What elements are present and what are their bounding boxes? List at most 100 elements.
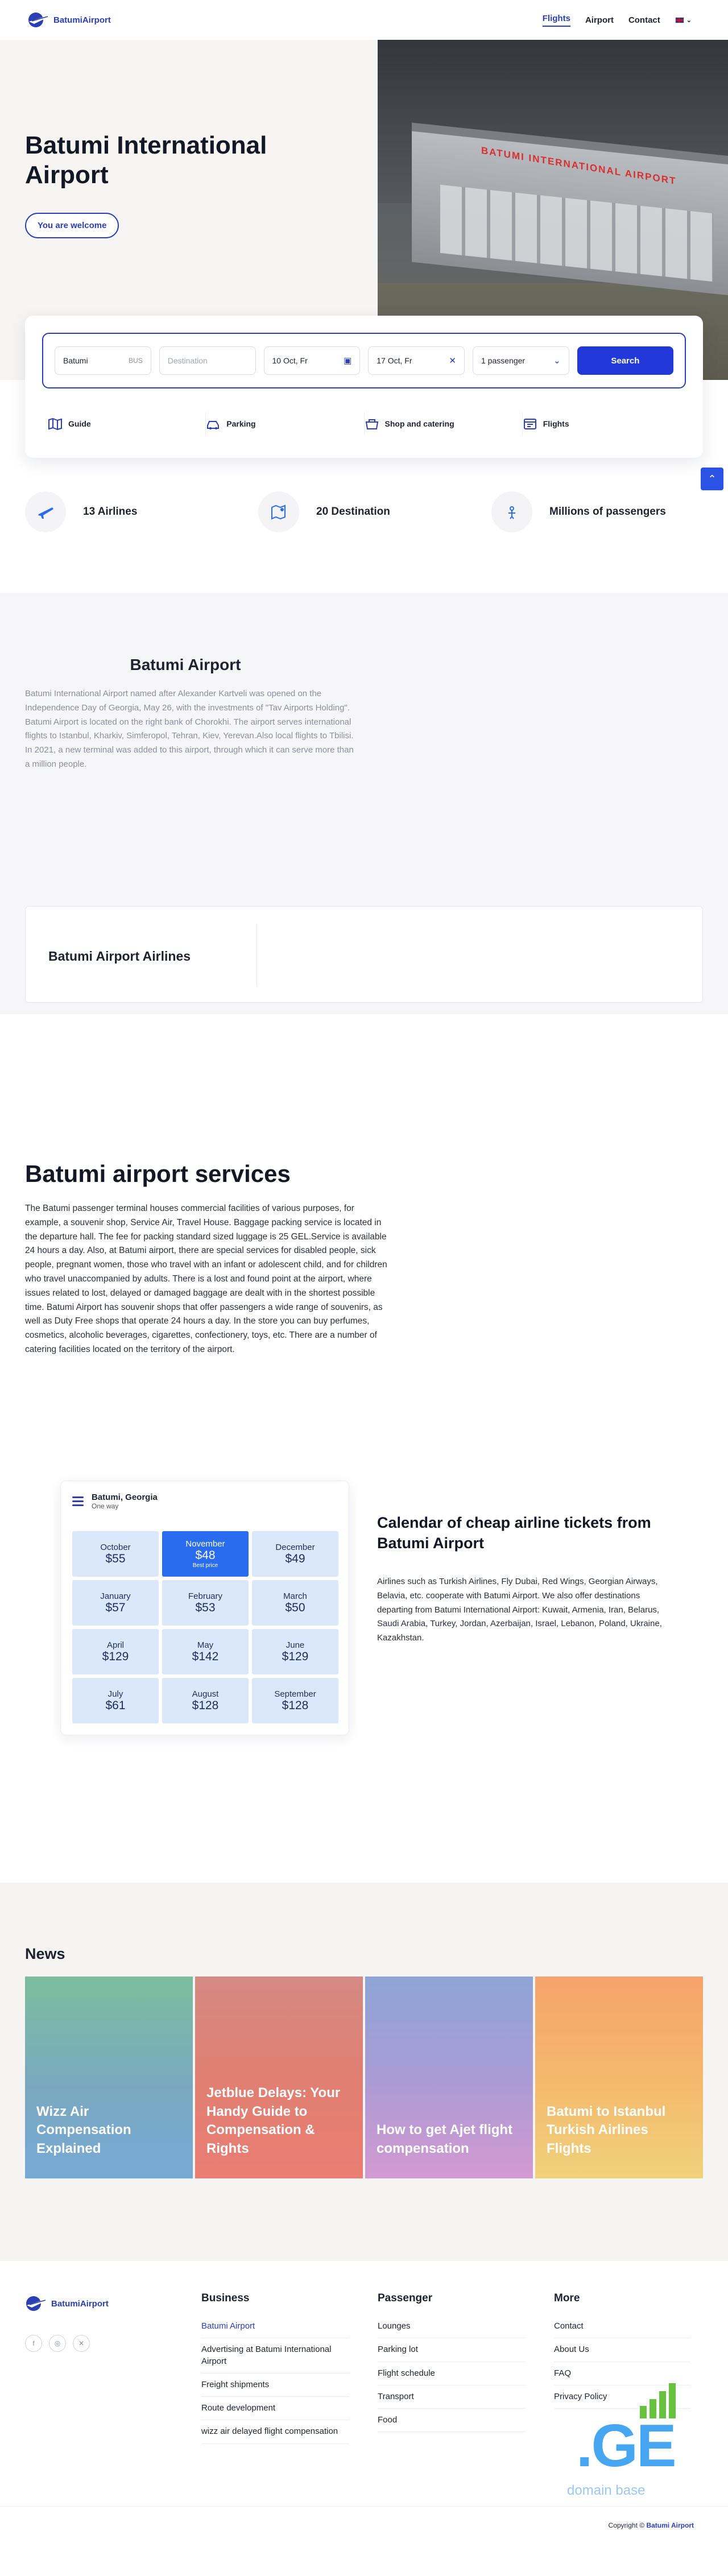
month-cell[interactable]: August $128: [162, 1678, 249, 1723]
month-name: April: [106, 1640, 124, 1650]
services-text: The Batumi passenger terminal houses com…: [25, 1204, 387, 1354]
news-card[interactable]: How to get Ajet flight compensation: [365, 1977, 533, 2178]
footer-link[interactable]: FAQ: [554, 2362, 690, 2385]
footer-link[interactable]: Advertising at Batumi International Airp…: [201, 2338, 349, 2374]
footer-link[interactable]: About Us: [554, 2338, 690, 2362]
month-name: October: [100, 1542, 131, 1552]
footer-link[interactable]: Food: [378, 2409, 526, 2433]
about-text: Batumi International Airport named after…: [25, 689, 354, 769]
month-price: $55: [105, 1552, 126, 1565]
clear-icon[interactable]: ✕: [449, 355, 456, 366]
footer-link[interactable]: Contact: [554, 2315, 690, 2339]
depart-date-field[interactable]: 10 Oct, Fr ▣: [263, 346, 361, 375]
origin-field[interactable]: Batumi BUS: [55, 346, 151, 375]
copyright-brand[interactable]: Batumi Airport: [646, 2521, 694, 2529]
calendar-header: Batumi, Georgia One way: [72, 1492, 158, 1510]
footer-link[interactable]: Route development: [201, 2397, 349, 2421]
footer-link[interactable]: Lounges: [378, 2315, 526, 2339]
passengers-select[interactable]: 1 passenger ⌄: [473, 346, 569, 375]
news-card[interactable]: Jetblue Delays: Your Handy Guide to Comp…: [195, 1977, 363, 2178]
news-card[interactable]: Wizz Air Compensation Explained: [25, 1977, 193, 2178]
site-logo[interactable]: BatumiAirport: [27, 11, 111, 28]
origin-value: Batumi: [63, 356, 88, 365]
month-name: November: [185, 1539, 225, 1549]
passenger-icon: [491, 491, 532, 532]
services-title: Batumi airport services: [25, 1160, 291, 1187]
month-cell-best[interactable]: November $48 Best price: [162, 1531, 249, 1577]
depart-date: 10 Oct, Fr: [272, 356, 308, 365]
footer-link[interactable]: Batumi Airport: [201, 2315, 349, 2339]
month-price: $142: [192, 1649, 219, 1663]
language-selector[interactable]: ⌄: [675, 16, 692, 24]
hero-section: Batumi International Airport You are wel…: [0, 40, 728, 458]
month-price: $53: [195, 1601, 216, 1614]
main-menu: Flights Airport Contact ⌄: [542, 14, 692, 27]
destination-field[interactable]: Destination: [159, 346, 256, 375]
divider: [0, 2506, 728, 2507]
month-name: January: [100, 1591, 131, 1601]
scroll-top-button[interactable]: ⌃: [701, 468, 723, 490]
month-cell[interactable]: July $61: [72, 1678, 159, 1723]
return-date-field[interactable]: 17 Oct, Fr ✕: [368, 346, 465, 375]
welcome-button[interactable]: You are welcome: [25, 212, 119, 238]
chevron-down-icon: ⌄: [686, 16, 692, 24]
footer: BatumiAirport f ◎ ✕ Business Batumi Airp…: [0, 2261, 728, 2546]
calendar-route: Batumi, Georgia: [92, 1492, 158, 1502]
footer-link[interactable]: Transport: [378, 2385, 526, 2409]
nav-airport[interactable]: Airport: [585, 15, 614, 25]
price-calendar-widget: Batumi, Georgia One way October $55 Novem…: [60, 1481, 349, 1735]
month-cell[interactable]: December $49: [252, 1531, 338, 1577]
month-name: May: [197, 1640, 214, 1650]
month-cell[interactable]: October $55: [72, 1531, 159, 1577]
plane-logo-icon: [26, 2296, 46, 2311]
month-cell[interactable]: April $129: [72, 1629, 159, 1674]
footer-logo[interactable]: BatumiAirport: [25, 2295, 109, 2312]
month-price: $128: [282, 1698, 309, 1712]
stats-section: ⌃ 13 Airlines 20 Destination Millions of…: [0, 380, 728, 593]
menu-icon[interactable]: [72, 1496, 84, 1506]
watermark-sub: domain base: [567, 2483, 646, 2498]
plane-icon: [25, 491, 66, 532]
month-price: $129: [282, 1649, 309, 1663]
news-title: News: [25, 1945, 65, 1962]
month-cell[interactable]: September $128: [252, 1678, 338, 1723]
month-price: $61: [105, 1698, 126, 1712]
airlines-title: Batumi Airport Airlines: [48, 949, 191, 964]
month-cell[interactable]: March $50: [252, 1580, 338, 1626]
logo-text: BatumiAirport: [51, 2298, 109, 2309]
month-cell[interactable]: May $142: [162, 1629, 249, 1674]
nav-contact[interactable]: Contact: [628, 15, 660, 25]
calendar-text: Airlines such as Turkish Airlines, Fly D…: [377, 1577, 662, 1643]
search-button[interactable]: Search: [577, 346, 674, 375]
month-price: $129: [102, 1649, 129, 1663]
footer-link[interactable]: wizz air delayed flight compensation: [201, 2420, 349, 2444]
month-cell[interactable]: February $53: [162, 1580, 249, 1626]
footer-link[interactable]: Parking lot: [378, 2338, 526, 2362]
calendar-icon: ▣: [344, 356, 352, 366]
nav-flights[interactable]: Flights: [542, 14, 570, 27]
about-title: Batumi Airport: [130, 656, 241, 673]
x-twitter-icon[interactable]: ✕: [73, 2335, 90, 2352]
hero-content: Batumi International Airport You are wel…: [25, 131, 344, 238]
destination-placeholder: Destination: [167, 356, 208, 365]
footer-column-title: Passenger: [378, 2292, 433, 2304]
domain-watermark: .GE domain base: [560, 2383, 691, 2503]
footer-column-title: More: [554, 2292, 580, 2304]
news-card[interactable]: Batumi to Istanbul Turkish Airlines Flig…: [535, 1977, 703, 2178]
footer-link[interactable]: Flight schedule: [378, 2362, 526, 2385]
facebook-icon[interactable]: f: [25, 2335, 42, 2352]
copyright: Copyright © Batumi Airport: [609, 2521, 694, 2529]
footer-link[interactable]: Freight shipments: [201, 2374, 349, 2397]
news-card-title: Batumi to Istanbul Turkish Airlines Flig…: [547, 2103, 666, 2156]
social-links: f ◎ ✕: [25, 2335, 90, 2352]
stat-passengers: Millions of passengers: [491, 491, 666, 532]
instagram-icon[interactable]: ◎: [49, 2335, 66, 2352]
stat-label: 13 Airlines: [83, 506, 138, 518]
stat-label: 20 Destination: [316, 506, 390, 518]
month-cell[interactable]: January $57: [72, 1580, 159, 1626]
month-name: August: [192, 1689, 219, 1699]
stat-label: Millions of passengers: [549, 506, 666, 518]
month-name: July: [107, 1689, 123, 1699]
month-cell[interactable]: June $129: [252, 1629, 338, 1674]
month-name: December: [275, 1542, 315, 1552]
